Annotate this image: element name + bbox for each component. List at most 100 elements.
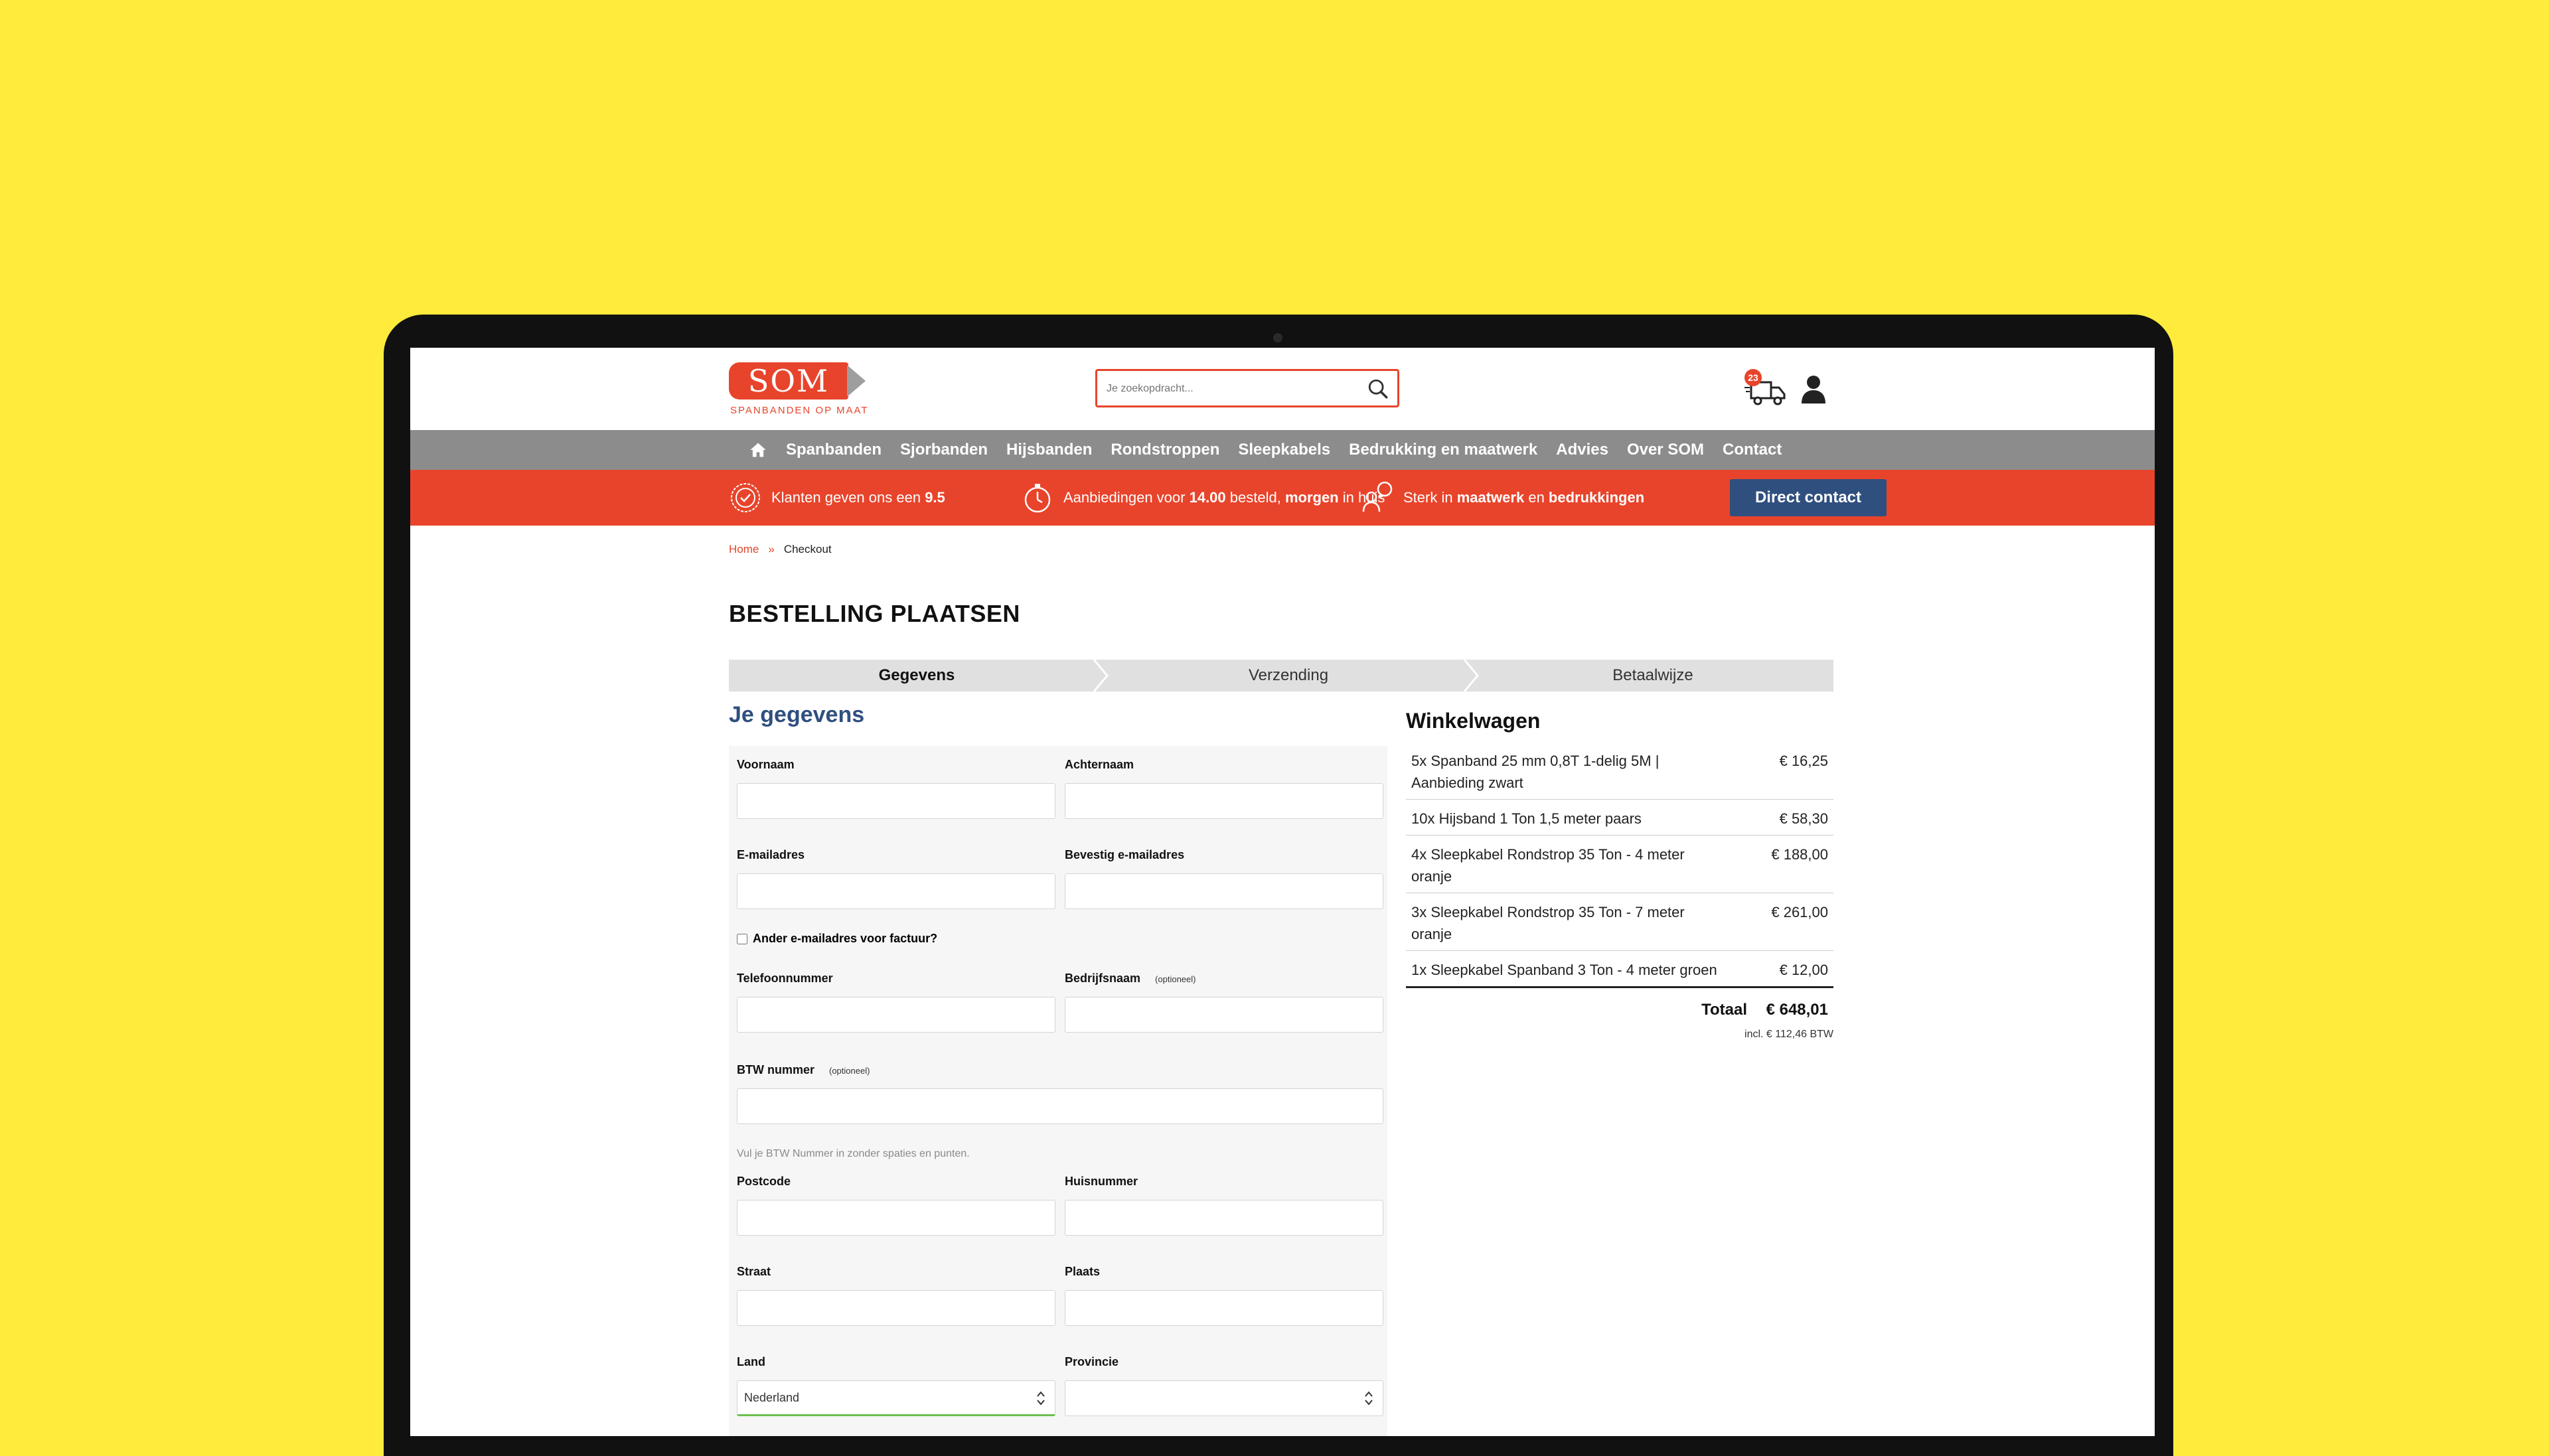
plaats-field <box>1065 1290 1383 1326</box>
cart-item-price: € 58,30 <box>1779 810 1828 827</box>
email-field <box>737 873 1055 909</box>
cart-item-desc: 3x Sleepkabel Rondstrop 35 Ton - 7 meter… <box>1411 904 1685 942</box>
nav-spanbanden[interactable]: Spanbanden <box>786 441 882 459</box>
main-nav: Spanbanden Sjorbanden Hijsbanden Rondstr… <box>410 430 2155 470</box>
cart-item-price: € 12,00 <box>1779 962 1828 978</box>
breadcrumb: Home » Checkout <box>729 543 832 556</box>
search-icon[interactable] <box>1367 378 1389 400</box>
telefoon-field <box>737 997 1055 1033</box>
achternaam-field <box>1065 783 1383 819</box>
land-select[interactable]: Nederland <box>737 1380 1055 1416</box>
logo-arrow-icon <box>847 365 866 397</box>
alt-email-label: Ander e-mailadres voor factuur? <box>753 932 938 945</box>
step-betaalwijze[interactable]: Betaalwijze <box>1472 660 1833 692</box>
provincie-select[interactable] <box>1065 1380 1383 1416</box>
camera-dot <box>1273 333 1282 342</box>
rating-badge-icon <box>731 483 760 512</box>
label-plaats: Plaats <box>1065 1265 1101 1278</box>
nav-rondstroppen[interactable]: Rondstroppen <box>1111 441 1219 459</box>
label-bedrijf-text: Bedrijfsnaam <box>1065 972 1141 985</box>
btw-help-text: Vul je BTW Nummer in zonder spaties en p… <box>737 1148 970 1159</box>
cart-item: 1x Sleepkabel Spanband 3 Ton - 4 meter g… <box>1406 951 1833 988</box>
btw-input[interactable] <box>737 1089 1383 1124</box>
promo-maatwerk: Sterk in maatwerk en bedrukkingen <box>1361 470 1644 526</box>
btw-field <box>737 1088 1383 1124</box>
cart-item-desc: 5x Spanband 25 mm 0,8T 1-delig 5M | Aanb… <box>1411 753 1660 791</box>
alt-email-row: Ander e-mailadres voor factuur? <box>737 932 937 946</box>
promo-delivery-day: morgen <box>1284 489 1339 506</box>
label-straat: Straat <box>737 1265 771 1278</box>
form-section-title: Je gegevens <box>729 702 865 727</box>
label-postcode: Postcode <box>737 1175 791 1188</box>
checkout-steps: Gegevens Verzending Betaalwijze <box>729 660 1833 692</box>
cart-btw-note: incl. € 112,46 BTW <box>1744 1029 1833 1040</box>
page-title: BESTELLING PLAATSEN <box>729 600 1020 627</box>
promo-rating-score: 9.5 <box>925 489 945 506</box>
bedrijf-field <box>1065 997 1383 1033</box>
label-land: Land <box>737 1355 765 1368</box>
cart-item: 5x Spanband 25 mm 0,8T 1-delig 5M | Aanb… <box>1406 742 1833 800</box>
voornaam-input[interactable] <box>737 784 1055 818</box>
voornaam-field <box>737 783 1055 819</box>
step-verzending[interactable]: Verzending <box>1105 660 1472 692</box>
breadcrumb-current: Checkout <box>783 543 832 555</box>
straat-input[interactable] <box>737 1291 1055 1325</box>
som-logo[interactable]: SOM SPANBANDEN OP MAAT <box>729 362 868 422</box>
cart-item-desc: 4x Sleepkabel Rondstrop 35 Ton - 4 meter… <box>1411 846 1685 885</box>
nav-over-som[interactable]: Over SOM <box>1627 441 1704 459</box>
land-selected-value: Nederland <box>744 1390 800 1404</box>
cart-list: 5x Spanband 25 mm 0,8T 1-delig 5M | Aanb… <box>1406 742 1833 988</box>
email-confirm-field <box>1065 873 1383 909</box>
cart-count-badge: 23 <box>1744 369 1762 386</box>
cart-item: 3x Sleepkabel Rondstrop 35 Ton - 7 meter… <box>1406 893 1833 951</box>
browser-screen: SOM SPANBANDEN OP MAAT 23 <box>410 348 2155 1436</box>
huisnummer-input[interactable] <box>1065 1201 1383 1235</box>
label-provincie: Provincie <box>1065 1355 1119 1368</box>
promo-bar: Klanten geven ons een 9.5 Aanbiedingen v… <box>410 470 2155 526</box>
search-input[interactable] <box>1105 376 1360 401</box>
nav-bedrukking[interactable]: Bedrukking en maatwerk <box>1349 441 1537 459</box>
cart-item-price: € 188,00 <box>1771 846 1828 863</box>
optional-hint: (optioneel) <box>829 1066 870 1076</box>
postcode-field <box>737 1200 1055 1236</box>
user-icon[interactable] <box>1800 374 1827 403</box>
select-arrows-icon <box>1365 1391 1373 1406</box>
search-box <box>1095 369 1399 407</box>
label-btw-text: BTW nummer <box>737 1063 814 1076</box>
step-gegevens[interactable]: Gegevens <box>729 660 1105 692</box>
cart-total-label: Totaal <box>1701 1001 1747 1019</box>
email-input[interactable] <box>737 874 1055 909</box>
promo-maatwerk-bold: maatwerk <box>1456 489 1525 506</box>
postcode-input[interactable] <box>737 1201 1055 1235</box>
nav-contact[interactable]: Contact <box>1723 441 1782 459</box>
alt-email-checkbox[interactable] <box>737 933 747 944</box>
label-achternaam: Achternaam <box>1065 758 1134 771</box>
logo-subtitle: SPANBANDEN OP MAAT <box>730 405 869 416</box>
nav-advies[interactable]: Advies <box>1556 441 1608 459</box>
label-voornaam: Voornaam <box>737 758 795 771</box>
achternaam-input[interactable] <box>1065 784 1383 818</box>
direct-contact-button[interactable]: Direct contact <box>1730 479 1887 516</box>
label-email: E-mailadres <box>737 848 805 861</box>
plaats-input[interactable] <box>1065 1291 1383 1325</box>
breadcrumb-home[interactable]: Home <box>729 543 759 556</box>
promo-delivery-time: 14.00 <box>1189 489 1226 506</box>
telefoon-input[interactable] <box>737 997 1055 1032</box>
cart-item-desc: 1x Sleepkabel Spanband 3 Ton - 4 meter g… <box>1411 962 1717 978</box>
logo-text: SOM <box>729 362 848 400</box>
label-bedrijf: Bedrijfsnaam (optioneel) <box>1065 972 1196 985</box>
cart-title: Winkelwagen <box>1406 709 1541 733</box>
promo-maatwerk-mid: en <box>1524 489 1549 506</box>
bedrijf-input[interactable] <box>1065 997 1383 1032</box>
label-huisnummer: Huisnummer <box>1065 1175 1138 1188</box>
cart-item: 4x Sleepkabel Rondstrop 35 Ton - 4 meter… <box>1406 836 1833 893</box>
nav-sjorbanden[interactable]: Sjorbanden <box>900 441 988 459</box>
nav-sleepkabels[interactable]: Sleepkabels <box>1238 441 1330 459</box>
home-icon[interactable] <box>749 441 767 459</box>
select-arrows-icon <box>1037 1391 1045 1406</box>
email-confirm-input[interactable] <box>1065 874 1383 909</box>
promo-bedrukkingen-bold: bedrukkingen <box>1548 489 1645 506</box>
cart-item: 10x Hijsband 1 Ton 1,5 meter paars € 58,… <box>1406 800 1833 836</box>
promo-delivery: Aanbiedingen voor 14.00 besteld, morgen … <box>1021 470 1385 526</box>
nav-hijsbanden[interactable]: Hijsbanden <box>1006 441 1092 459</box>
